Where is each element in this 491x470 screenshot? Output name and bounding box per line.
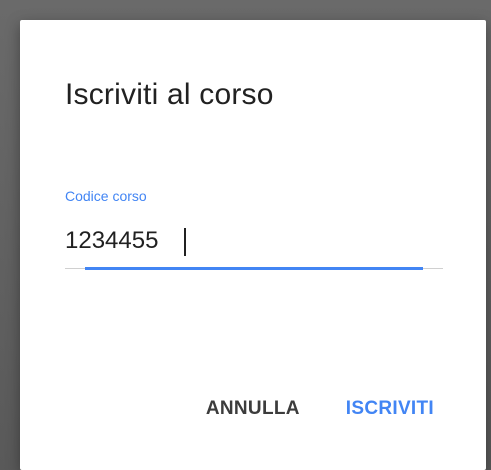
enroll-course-dialog: Iscriviti al corso Codice corso ANNULLA …: [20, 20, 486, 470]
field-underline-focus: [85, 267, 423, 270]
course-code-field[interactable]: Codice corso: [65, 188, 443, 272]
enroll-button[interactable]: ISCRIVITI: [344, 394, 436, 424]
dialog-title: Iscriviti al corso: [65, 78, 274, 111]
text-caret: [184, 228, 186, 256]
cancel-button[interactable]: ANNULLA: [204, 394, 302, 424]
dialog-actions: ANNULLA ISCRIVITI: [204, 394, 436, 424]
course-code-label: Codice corso: [65, 188, 147, 204]
course-code-input[interactable]: [65, 226, 425, 256]
